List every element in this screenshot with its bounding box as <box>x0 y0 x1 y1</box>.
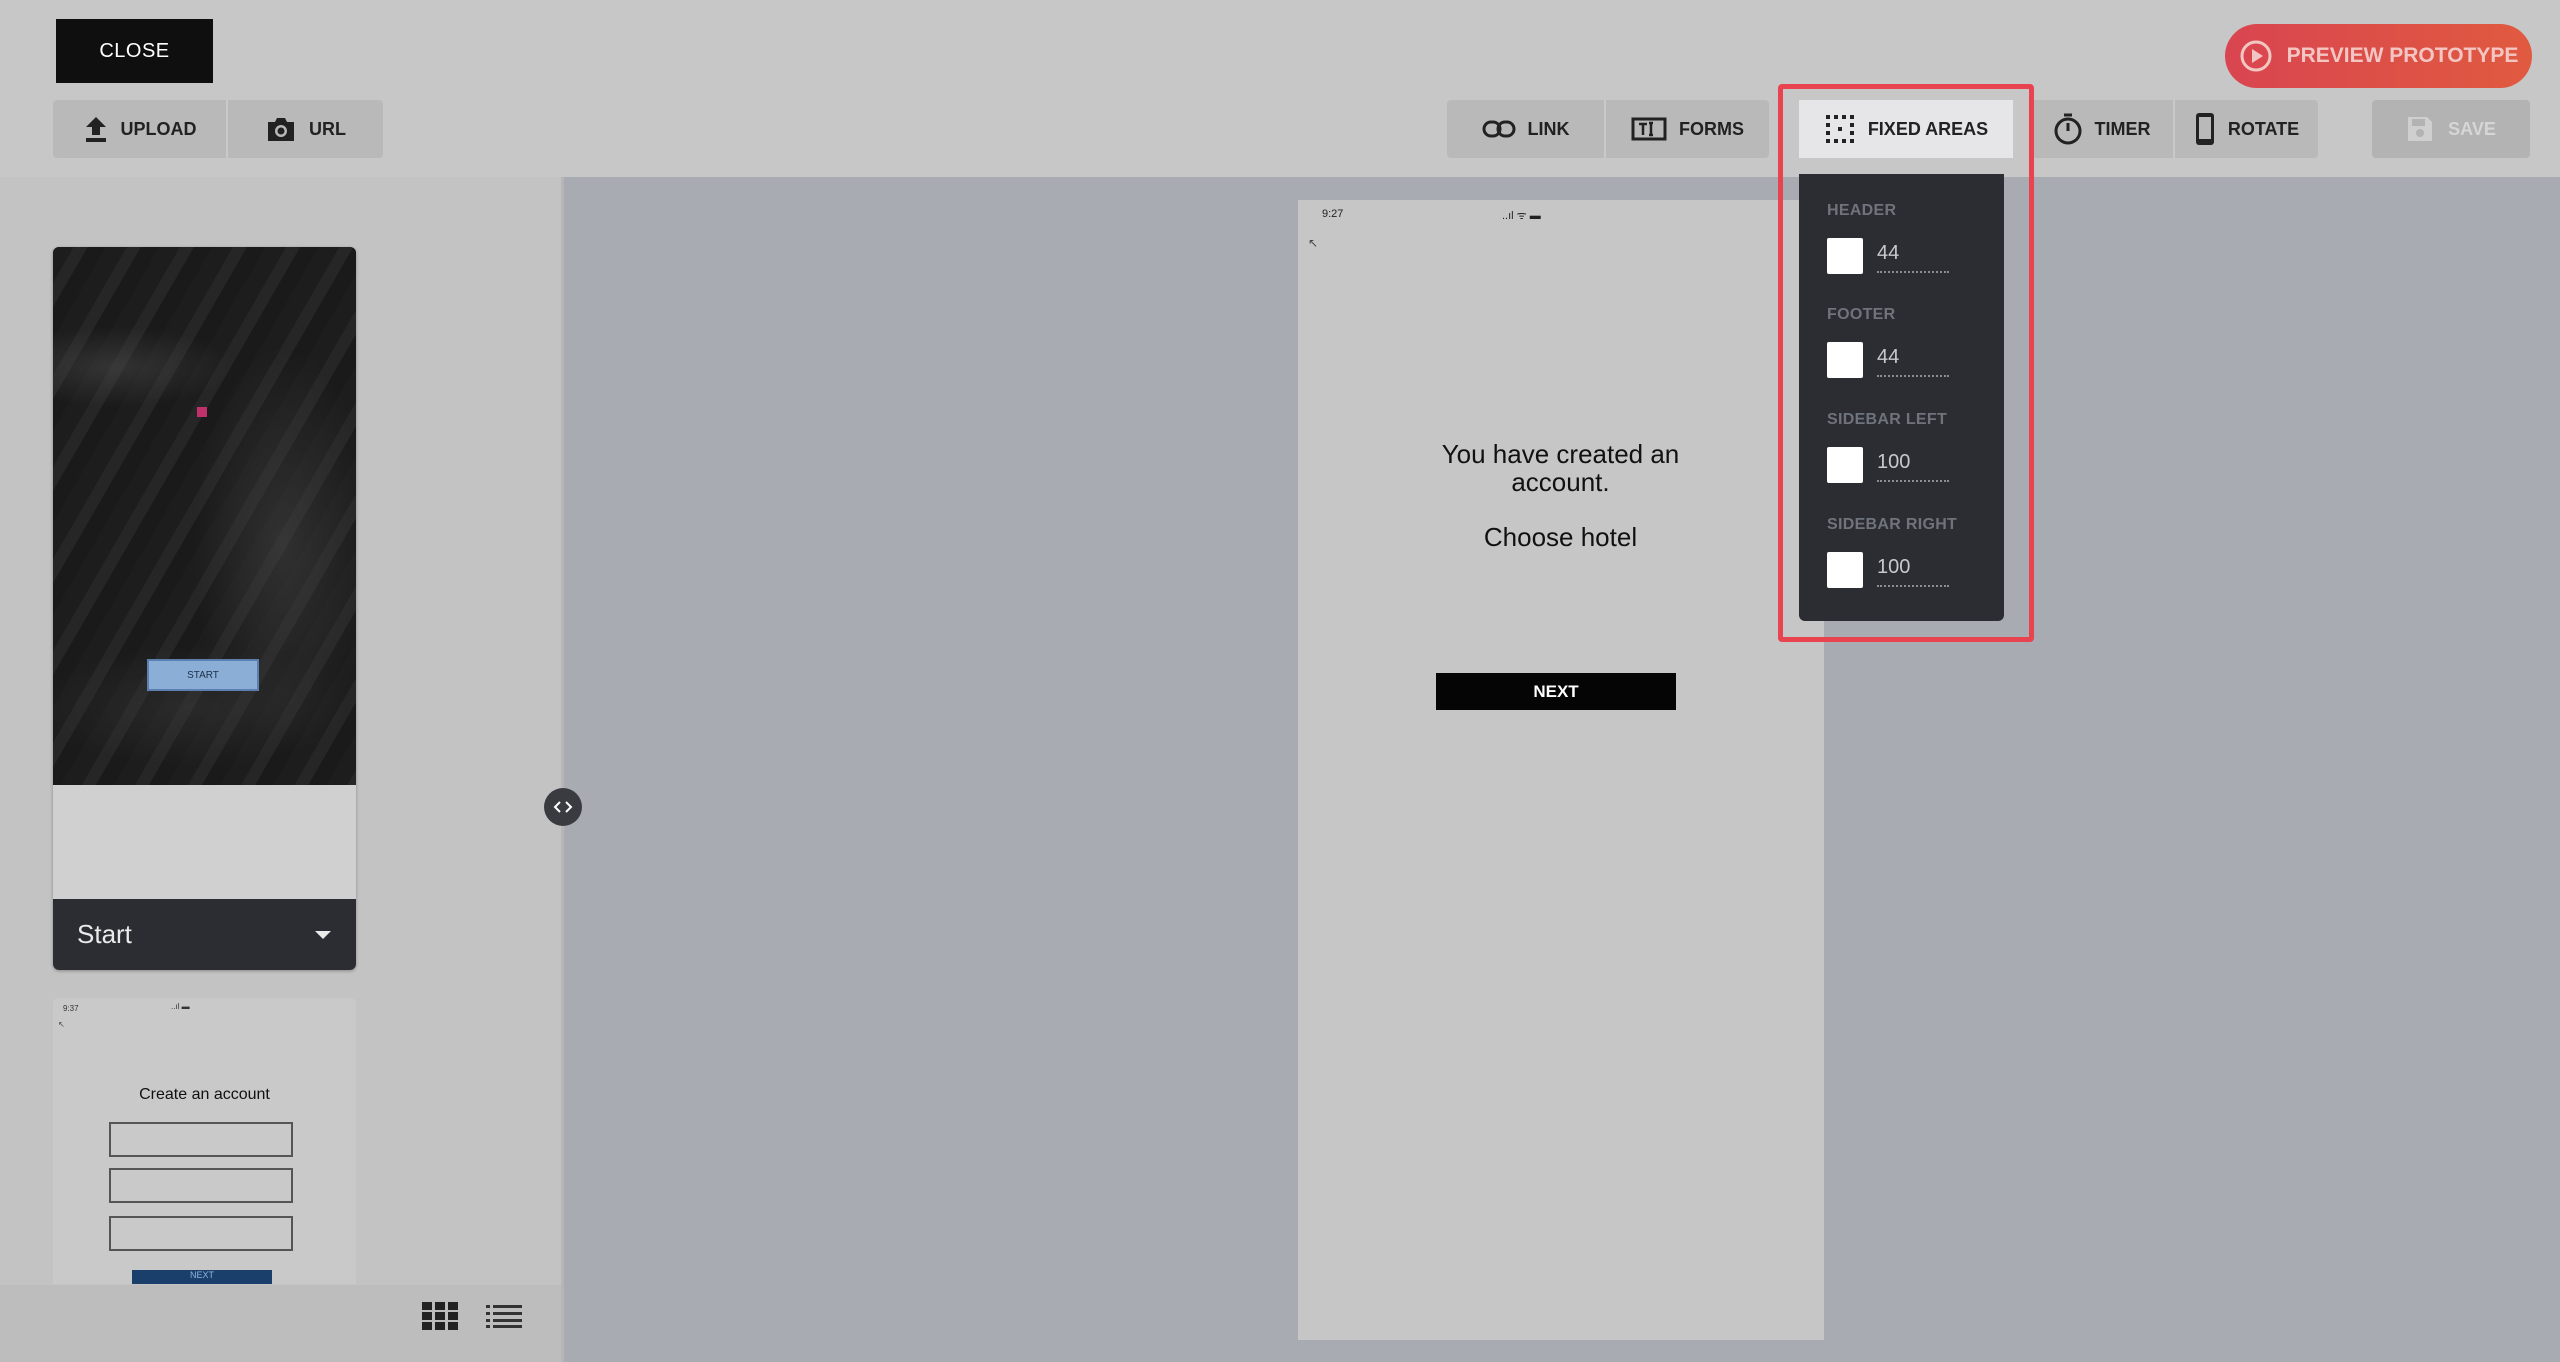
logo-mark <box>197 407 207 417</box>
sidebar-divider <box>561 177 564 1362</box>
thumbnail-status-icons: ..ıl ▬ <box>171 1002 190 1011</box>
sidebar-footer <box>0 1285 562 1362</box>
confirmation-message: You have created an account. <box>1441 439 1680 497</box>
status-time: 9:27 <box>1322 208 1344 220</box>
forms-button[interactable]: FORMS <box>1604 100 1769 158</box>
interaction-tool-group: LINK FORMS <box>1447 100 1769 158</box>
thumbnail-field <box>109 1168 293 1203</box>
thumbnail-next-button: NEXT <box>132 1270 272 1284</box>
timer-label: TIMER <box>2094 118 2151 139</box>
link-icon <box>1482 120 1515 138</box>
screen-name-value: Start <box>77 919 132 949</box>
thumbnail-status-time: 9:37 <box>63 1004 79 1013</box>
url-label: URL <box>309 118 346 139</box>
link-label: LINK <box>1527 118 1570 139</box>
next-button[interactable]: NEXT <box>1436 673 1676 710</box>
url-button[interactable]: URL <box>226 100 383 158</box>
phone-canvas[interactable]: 9:27 ..ıl ᯤ ▬ ↖ You have created an acco… <box>1298 200 1824 1340</box>
preview-label: PREVIEW PROTOTYPE <box>2286 44 2519 67</box>
thumbnail-field <box>109 1122 293 1157</box>
code-chevrons-icon <box>553 801 573 813</box>
choose-hotel-text: Choose hotel <box>1483 522 1638 552</box>
close-button[interactable]: CLOSE <box>56 19 213 83</box>
screen-name-select[interactable]: Start <box>53 899 356 970</box>
grid-view-icon[interactable] <box>422 1302 458 1330</box>
phone-icon <box>2195 113 2214 145</box>
play-circle-icon <box>2240 40 2272 72</box>
timer-button[interactable]: TIMER <box>2030 100 2173 158</box>
rotate-button[interactable]: ROTATE <box>2173 100 2318 158</box>
import-tool-group: UPLOAD URL <box>53 100 383 158</box>
link-button[interactable]: LINK <box>1447 100 1604 158</box>
caret-down-icon <box>315 930 331 939</box>
forms-icon <box>1631 117 1667 141</box>
save-icon <box>2408 117 2433 141</box>
upload-button[interactable]: UPLOAD <box>53 100 226 158</box>
thumbnail-image <box>53 247 356 785</box>
screen-thumbnail-create-account[interactable]: 9:37 ..ıl ▬ ↖ Create an account NEXT <box>53 998 356 1284</box>
save-button[interactable]: SAVE <box>2372 100 2530 158</box>
upload-icon <box>85 117 106 142</box>
thumbnail-back-icon: ↖ <box>58 1020 65 1029</box>
thumbnail-title: Create an account <box>139 1086 270 1103</box>
list-view-icon[interactable] <box>486 1304 522 1328</box>
thumbnail-start-button: START <box>147 659 259 691</box>
screen-thumbnail-start[interactable]: START Start <box>53 247 356 970</box>
thumbnail-field <box>109 1216 293 1251</box>
status-icons: ..ıl ᯤ ▬ <box>1502 210 1541 222</box>
highlight-box <box>1778 84 2034 642</box>
upload-label: UPLOAD <box>120 118 197 139</box>
rotate-label: ROTATE <box>2227 118 2300 139</box>
preview-prototype-button[interactable]: PREVIEW PROTOTYPE <box>2225 24 2532 88</box>
camera-icon <box>268 118 294 141</box>
back-icon: ↖ <box>1308 236 1319 250</box>
save-label: SAVE <box>2448 118 2496 139</box>
sidebar-collapse-handle[interactable] <box>544 788 582 826</box>
forms-label: FORMS <box>1679 118 1744 139</box>
timer-icon <box>2054 113 2081 145</box>
device-tool-group: TIMER ROTATE <box>2030 100 2318 158</box>
